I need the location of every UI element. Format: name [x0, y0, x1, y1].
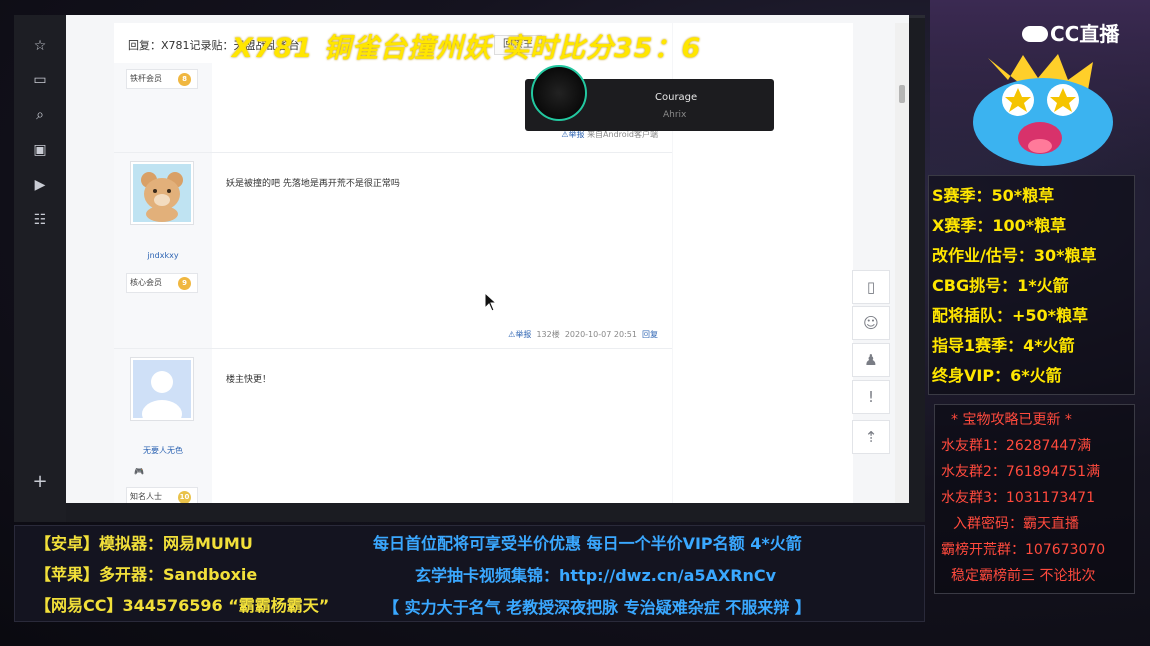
- report-link[interactable]: ⚠举报: [508, 330, 531, 339]
- album-disc-icon: [531, 65, 587, 121]
- box-icon[interactable]: ▣: [29, 139, 51, 161]
- price-item: CBG挑号：1*火箭: [932, 276, 1069, 295]
- post-time: 2020-10-07 20:51: [564, 330, 637, 339]
- bear-avatar-icon: [133, 164, 191, 222]
- fan-group-panel: * 宝物攻略已更新 * 水友群1：26287447满 水友群2：76189475…: [934, 404, 1135, 594]
- member-badge: 知名人士 10: [126, 487, 198, 503]
- list-item: jndxkxy 核心会员 9 妖是被撞的吧 先落地是再开荒不是很正常吗 ⚠举报 …: [114, 153, 672, 349]
- price-item: 改作业/估号：30*粮草: [932, 246, 1097, 265]
- group-info-line: 稳定霸榜前三 不论批次: [951, 568, 1096, 584]
- member-badge-label: 铁杆会员: [130, 74, 162, 83]
- video-icon[interactable]: ▶: [29, 174, 51, 196]
- price-list-panel: S赛季：50*粮草 X赛季：100*粮草 改作业/估号：30*粮草 CBG挑号：…: [928, 175, 1135, 395]
- music-player-popup: Courage Ahrix: [525, 65, 774, 131]
- cloud-icon: [1022, 25, 1048, 42]
- book-icon[interactable]: ▭: [29, 69, 51, 91]
- post-content: 妖是被撞的吧 先落地是再开荒不是很正常吗: [226, 179, 400, 189]
- level-icon: 10: [178, 491, 191, 503]
- feedback-icon[interactable]: !: [852, 380, 890, 414]
- post-author-panel: jndxkxy 核心会员 9: [114, 153, 212, 348]
- group-info-line: 霸榜开荒群：107673070: [941, 542, 1106, 558]
- emoji-icon[interactable]: ☺: [852, 306, 890, 340]
- price-item: S赛季：50*粮草: [932, 186, 1055, 205]
- star-icon[interactable]: ☆: [29, 35, 51, 57]
- translate-icon[interactable]: ☷: [29, 209, 51, 231]
- info-line: 【苹果】多开器：Sandboxie: [35, 565, 258, 584]
- group-info-line: 入群密码：霸天直播: [953, 516, 1079, 532]
- back-to-top-icon[interactable]: ⇡: [852, 420, 890, 454]
- price-item: 终身VIP：6*火箭: [932, 366, 1062, 385]
- browser-sidebar: ☆ ▭ ⌕ ▣ ▶ ☷ +: [14, 15, 66, 522]
- bottom-info-bar: 【安卓】模拟器：网易MUMU 【苹果】多开器：Sandboxie 【网易CC】3…: [14, 525, 925, 622]
- promo-line: 【 实力大于名气 老教授深夜把脉 专治疑难杂症 不服来辩 】: [383, 598, 811, 617]
- forum-webpage: 回复：X781记录贴：天盟战乱雀台！ 回楼主 铁杆会员 8 ⚠举报 来自Andr…: [66, 15, 909, 503]
- level-icon: 8: [178, 73, 191, 86]
- level-icon: 9: [178, 277, 191, 290]
- group-info-line: * 宝物攻略已更新 *: [951, 412, 1072, 428]
- username[interactable]: 无要人无色: [114, 445, 212, 456]
- mobile-app-icon[interactable]: ▯: [852, 270, 890, 304]
- post-footer: ⚠举报 132楼 2020-10-07 20:51 回复: [508, 329, 658, 340]
- captured-browser-window: ☆ ▭ ⌕ ▣ ▶ ☷ + 回复：X781记录贴：天盟战乱雀台！ 回楼主 铁杆会…: [14, 15, 925, 522]
- info-line: 【网易CC】344576596 “霸霸杨霸天”: [35, 596, 330, 615]
- group-info-line: 水友群2：761894751满: [941, 464, 1101, 480]
- user-icon[interactable]: ♟: [852, 343, 890, 377]
- promo-line: 每日首位配将可享受半价优惠 每日一个半价VIP名额 4*火箭: [373, 534, 802, 553]
- price-item: 指导1赛季：4*火箭: [932, 336, 1075, 355]
- cc-live-logo: CC直播: [1022, 18, 1119, 47]
- song-title: Courage: [655, 92, 698, 103]
- post-source: 来自Android客户端: [587, 130, 658, 139]
- medal-icon: 🎮: [134, 467, 144, 476]
- post-author-panel: 铁杆会员 8: [114, 63, 212, 152]
- price-item: X赛季：100*粮草: [932, 216, 1067, 235]
- post-author-panel: 无要人无色 🎮 知名人士 10: [114, 349, 212, 503]
- price-item: 配将插队：+50*粮草: [932, 306, 1089, 325]
- scrolling-headline: X781 铜雀台撞州妖 实时比分35：6: [232, 33, 702, 64]
- group-info-line: 水友群1：26287447满: [941, 438, 1092, 454]
- avatar[interactable]: [130, 161, 194, 225]
- list-item: 无要人无色 🎮 知名人士 10 楼主快更！: [114, 349, 672, 503]
- member-badge: 核心会员 9: [126, 273, 198, 293]
- avatar[interactable]: [130, 357, 194, 428]
- search-icon[interactable]: ⌕: [29, 104, 51, 126]
- mouse-cursor-icon: [484, 292, 498, 312]
- username[interactable]: jndxkxy: [114, 251, 212, 260]
- member-badge-label: 知名人士: [130, 492, 162, 501]
- logo-text: CC直播: [1050, 22, 1120, 46]
- member-badge-label: 核心会员: [130, 278, 162, 287]
- info-line: 【安卓】模拟器：网易MUMU: [35, 534, 253, 553]
- report-link[interactable]: ⚠举报: [561, 130, 584, 139]
- mascot-icon: [973, 54, 1113, 166]
- group-info-line: 水友群3：1031173471: [941, 490, 1095, 506]
- song-artist: Ahrix: [663, 110, 687, 120]
- add-icon[interactable]: +: [29, 471, 51, 493]
- default-avatar-icon: [133, 360, 191, 428]
- reply-link[interactable]: 回复: [642, 330, 658, 339]
- page-scrollbar-thumb[interactable]: [899, 85, 905, 103]
- floor-number: 132楼: [536, 330, 560, 339]
- promo-line: 玄学抽卡视频集锦：http://dwz.cn/a5AXRnCv: [415, 566, 777, 585]
- member-badge: 铁杆会员 8: [126, 69, 198, 89]
- post-content: 楼主快更！: [226, 375, 272, 385]
